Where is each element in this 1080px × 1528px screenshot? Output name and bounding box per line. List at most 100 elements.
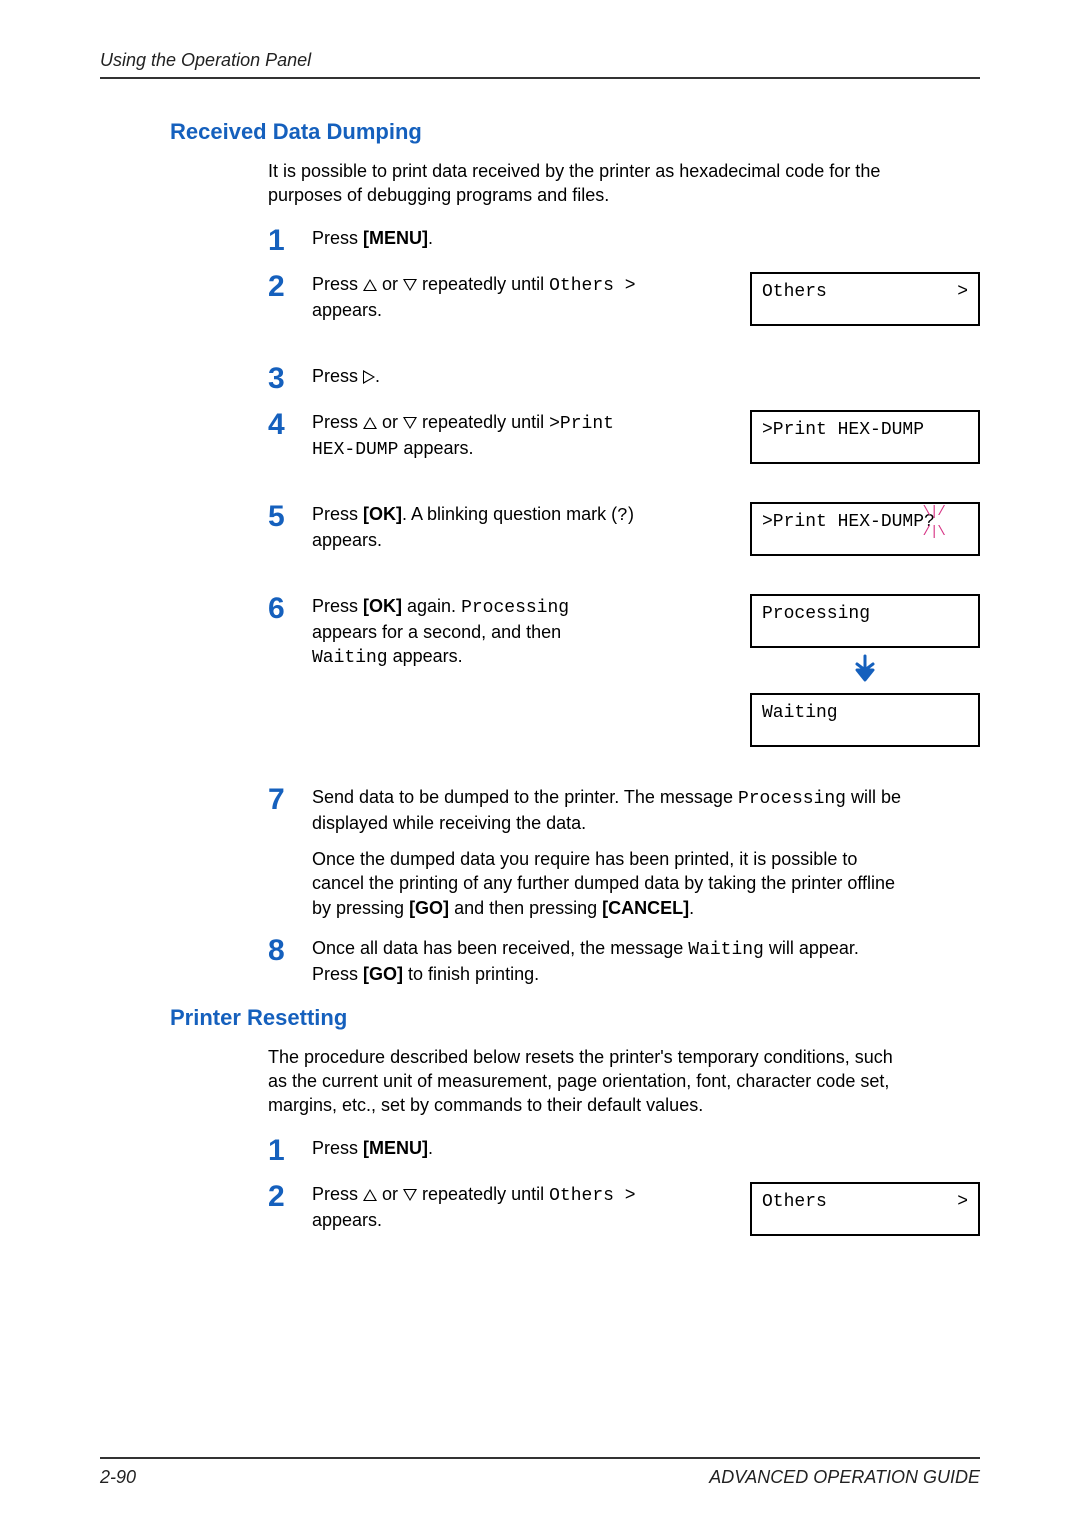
step-8: 8 Once all data has been received, the m… <box>268 936 980 987</box>
page-footer: 2-90 ADVANCED OPERATION GUIDE <box>100 1457 980 1488</box>
text: Press <box>312 228 363 248</box>
step-number: 6 <box>268 594 312 624</box>
triangle-up-icon <box>363 1189 377 1201</box>
header-rule <box>100 77 980 79</box>
text: appears. <box>388 646 463 666</box>
text: . <box>428 228 433 248</box>
triangle-down-icon <box>403 417 417 429</box>
book-title: ADVANCED OPERATION GUIDE <box>709 1467 980 1488</box>
step-text: Send data to be dumped to the printer. T… <box>312 785 902 920</box>
step-number: 2 <box>268 272 312 302</box>
lcd-text: Others <box>762 282 827 302</box>
text: . A blinking question mark ( <box>402 504 617 524</box>
step-5: 5 Press [OK]. A blinking question mark (… <box>268 502 980 556</box>
menu-key: [MENU] <box>363 228 428 248</box>
text: or <box>377 412 403 432</box>
code-text: Waiting <box>312 648 388 668</box>
lcd-display-hexdump: >Print HEX-DUMP <box>750 410 980 464</box>
section1-intro: It is possible to print data received by… <box>268 159 908 208</box>
text: repeatedly until <box>417 274 549 294</box>
text: . <box>689 898 694 918</box>
footer-rule <box>100 1457 980 1459</box>
step-number: 3 <box>268 364 312 394</box>
text: appears. <box>312 1210 382 1230</box>
triangle-down-icon <box>403 1189 417 1201</box>
text: to finish printing. <box>403 964 539 984</box>
triangle-up-icon <box>363 417 377 429</box>
section-title-printer-resetting: Printer Resetting <box>170 1005 980 1031</box>
step-text: Press or repeatedly until >Print HEX-DUM… <box>312 410 649 463</box>
text: or <box>377 1184 403 1204</box>
go-key: [GO] <box>363 964 403 984</box>
text: appears. <box>398 438 473 458</box>
text: It is possible to print data received by… <box>268 161 880 205</box>
text: repeatedly until <box>417 412 549 432</box>
lcd-display-others-2: Others > <box>750 1182 980 1236</box>
code-text: Processing <box>738 789 846 809</box>
lcd-display-others: Others > <box>750 272 980 326</box>
text: Press <box>312 1184 363 1204</box>
step-4: 4 Press or repeatedly until >Print HEX-D… <box>268 410 980 464</box>
text: appears. <box>312 300 382 320</box>
step-text: Press or repeatedly until Others > appea… <box>312 1182 649 1233</box>
step-number: 5 <box>268 502 312 532</box>
lcd-text: > <box>957 282 968 302</box>
go-key: [GO] <box>409 898 449 918</box>
lcd-text: Others <box>762 1192 827 1212</box>
menu-key: [MENU] <box>363 1138 428 1158</box>
text: and then pressing <box>449 898 602 918</box>
text: Send data to be dumped to the printer. T… <box>312 787 738 807</box>
blink-ray-icon: \|/ <box>923 504 945 520</box>
step-text: Press [MENU]. <box>312 1136 902 1160</box>
text: again. <box>402 596 461 616</box>
blink-ray-icon: /|\ <box>923 524 945 540</box>
text: The procedure described below resets the… <box>268 1047 893 1116</box>
lcd-display-hexdump-blink: >Print HEX-DUMP\|/?/|\ <box>750 502 980 556</box>
lcd-display-processing: Processing <box>750 594 980 648</box>
page-number: 2-90 <box>100 1467 136 1488</box>
ok-key: [OK] <box>363 504 402 524</box>
code-text: Others > <box>549 1186 635 1206</box>
text: Press <box>312 1138 363 1158</box>
code-text: ? <box>617 506 628 526</box>
step-6: 6 Press [OK] again. Processing appears f… <box>268 594 980 747</box>
blink-cursor: \|/?/|\ <box>924 512 935 532</box>
step-3: 3 Press . <box>268 364 980 394</box>
section-title-received-data-dumping: Received Data Dumping <box>170 119 980 145</box>
text: Press <box>312 412 363 432</box>
text: repeatedly until <box>417 1184 549 1204</box>
lcd-text-main: >Print HEX-DUMP <box>762 512 924 532</box>
triangle-down-icon <box>403 279 417 291</box>
step-text: Once all data has been received, the mes… <box>312 936 902 987</box>
text: Once all data has been received, the mes… <box>312 938 688 958</box>
step-text: Press [MENU]. <box>312 226 902 250</box>
section2-step-2: 2 Press or repeatedly until Others > app… <box>268 1182 980 1236</box>
lcd-text: > <box>957 1192 968 1212</box>
lcd-text: >Print HEX-DUMP\|/?/|\ <box>762 512 935 532</box>
step-7: 7 Send data to be dumped to the printer.… <box>268 785 980 920</box>
lcd-text: Waiting <box>762 703 838 723</box>
section2-intro: The procedure described below resets the… <box>268 1045 908 1118</box>
code-text: Others > <box>549 276 635 296</box>
text: Press <box>312 274 363 294</box>
text: or <box>377 274 403 294</box>
triangle-up-icon <box>363 279 377 291</box>
step-2: 2 Press or repeatedly until Others > app… <box>268 272 980 326</box>
step-number: 1 <box>268 1136 312 1166</box>
step-number: 2 <box>268 1182 312 1212</box>
cancel-key: [CANCEL] <box>602 898 689 918</box>
code-text: Waiting <box>688 940 764 960</box>
text: Press <box>312 596 363 616</box>
step-text: Press [OK]. A blinking question mark (?)… <box>312 502 649 553</box>
arrow-down-icon <box>750 654 980 687</box>
lcd-display-waiting: Waiting <box>750 693 980 747</box>
lcd-text: >Print HEX-DUMP <box>762 420 924 440</box>
step-number: 1 <box>268 226 312 256</box>
lcd-text: Processing <box>762 604 870 624</box>
step-text: Press [OK] again. Processing appears for… <box>312 594 649 671</box>
step-text: Press or repeatedly until Others > appea… <box>312 272 649 323</box>
text: . <box>428 1138 433 1158</box>
step-text: Press . <box>312 364 902 388</box>
triangle-right-icon <box>363 370 375 384</box>
text: appears for a second, and then <box>312 622 561 642</box>
